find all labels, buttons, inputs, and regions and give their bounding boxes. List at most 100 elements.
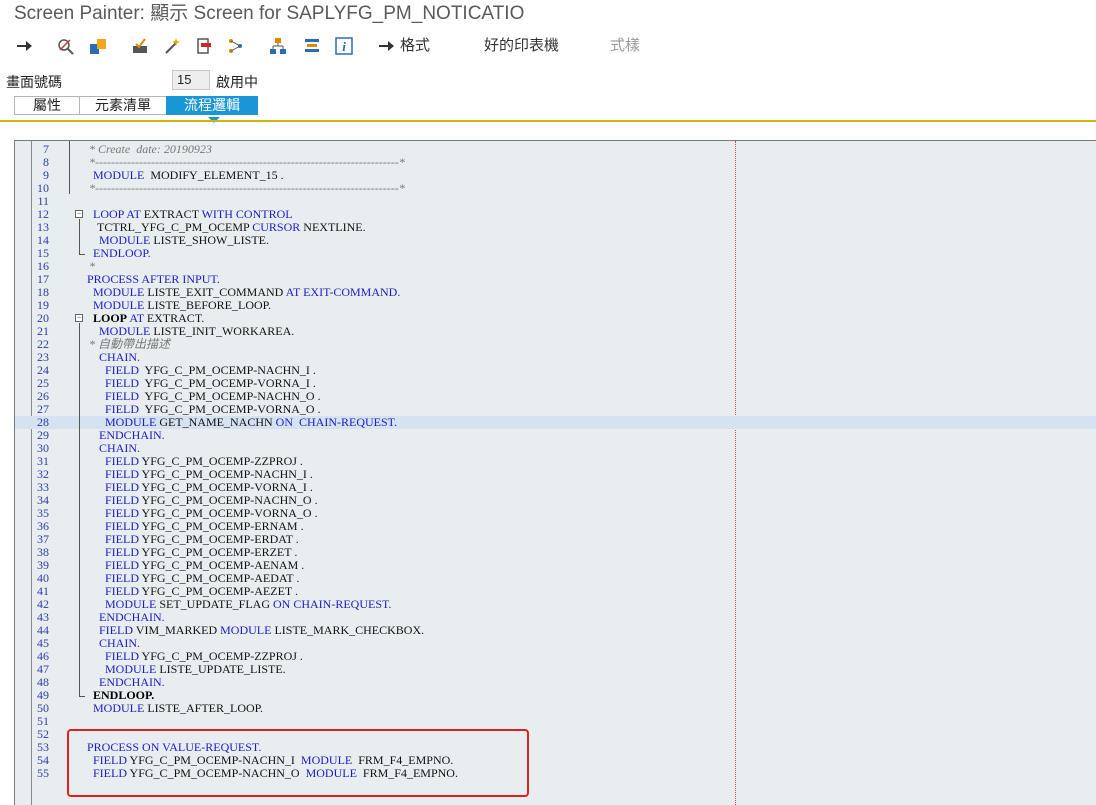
code-line[interactable]: 42 MODULE SET_UPDATE_FLAG ON CHAIN-REQUES… <box>15 598 1096 611</box>
code-token: MODULE <box>220 623 272 637</box>
fold-bracket-module <box>69 141 70 194</box>
code-line[interactable]: 14 MODULE LISTE_SHOW_LISTE. <box>15 234 1096 247</box>
code-line[interactable]: 15 ENDLOOP. <box>15 247 1096 260</box>
code-text: *---------------------------------------… <box>89 182 405 195</box>
code-token: FIELD <box>105 376 139 390</box>
code-line[interactable]: 29 ENDCHAIN. <box>15 429 1096 442</box>
code-token: * 自動帶出描述 <box>89 337 171 351</box>
fold-bracket-loop <box>79 323 85 697</box>
code-token: ENDCHAIN. <box>99 610 165 624</box>
activate-icon[interactable] <box>88 36 108 56</box>
code-token: YFG_C_PM_OCEMP-VORNA_I . <box>139 480 313 494</box>
info-icon[interactable]: i <box>334 36 354 56</box>
code-line[interactable]: 28 MODULE GET_NAME_NACHN ON CHAIN-REQUEST… <box>15 416 1096 429</box>
layout-icon[interactable] <box>302 36 322 56</box>
tab-attributes[interactable]: 屬性 <box>14 96 80 115</box>
collapse-icon[interactable]: − <box>75 210 83 218</box>
code-token: FIELD <box>105 571 139 585</box>
code-text: ENDLOOP. <box>93 247 151 260</box>
code-token: LOOP AT <box>93 207 141 221</box>
code-token: YFG_C_PM_OCEMP-ERZET . <box>139 545 298 559</box>
code-token: FIELD <box>105 454 139 468</box>
tab-flow-logic[interactable]: 流程邏輯 <box>166 96 258 115</box>
code-token: FIELD <box>105 649 139 663</box>
screen-number-field[interactable]: 15 <box>172 70 210 90</box>
code-token: YFG_C_PM_OCEMP-AEDAT . <box>139 571 300 585</box>
code-token: ENDLOOP. <box>93 688 155 702</box>
screen-number-label: 畫面號碼 <box>6 74 62 90</box>
line-number: 55 <box>37 766 49 780</box>
code-token: YFG_C_PM_OCEMP-NACHN_I . <box>139 467 313 481</box>
code-text: FIELD VIM_MARKED MODULE LISTE_MARK_CHECK… <box>99 624 424 637</box>
code-token: EXTRACT. <box>143 311 205 325</box>
code-token: YFG_C_PM_OCEMP-ZZPROJ . <box>139 454 303 468</box>
code-token: LISTE_AFTER_LOOP. <box>144 701 263 715</box>
code-token: FIELD <box>105 506 139 520</box>
pattern-button[interactable]: 式樣 <box>610 36 640 56</box>
code-token: SET_UPDATE_FLAG <box>156 597 273 611</box>
code-token: WITH CONTROL <box>201 207 293 221</box>
code-token: FIELD <box>105 584 139 598</box>
code-token: YFG_C_PM_OCEMP-VORNA_I . <box>139 376 316 390</box>
code-token: ON CHAIN-REQUEST. <box>275 415 398 429</box>
code-token: ON CHAIN-REQUEST. <box>273 597 392 611</box>
code-token: PROCESS AFTER INPUT. <box>87 272 220 286</box>
hierarchy-icon[interactable] <box>268 36 288 56</box>
code-token: MODULE <box>93 701 145 715</box>
code-token: YFG_C_PM_OCEMP-NACHN_I . <box>139 363 316 377</box>
display-change-icon[interactable] <box>56 36 76 56</box>
code-editor[interactable]: 7 * Create date: 20190923 8 *--------------… <box>14 140 1096 805</box>
code-token: FIELD <box>105 519 139 533</box>
code-token: MODULE <box>99 233 151 247</box>
code-token: MODULE <box>105 415 157 429</box>
code-token: TCTRL_YFG_C_PM_OCEMP <box>97 220 253 234</box>
window-title: Screen Painter: 顯示 Screen for SAPLYFG_PM… <box>14 3 525 24</box>
code-token: FIELD <box>105 389 139 403</box>
code-token: CHAIN. <box>99 350 140 364</box>
code-token: YFG_C_PM_OCEMP-ERNAM . <box>139 519 304 533</box>
code-line[interactable]: 48 ENDCHAIN. <box>15 676 1096 689</box>
other-object-icon[interactable] <box>194 36 214 56</box>
code-line[interactable]: 51 <box>15 715 1096 728</box>
code-token: * <box>89 259 95 273</box>
code-token: LISTE_UPDATE_LISTE. <box>156 662 286 676</box>
code-token: *---------------------------------------… <box>89 181 405 195</box>
code-token: GET_NAME_NACHN <box>156 415 276 429</box>
collapse-icon[interactable]: − <box>75 314 83 322</box>
back-arrow-icon[interactable] <box>14 36 34 56</box>
code-token: LISTE_INIT_WORKAREA. <box>150 324 295 338</box>
code-token: ENDLOOP. <box>93 246 151 260</box>
code-line[interactable]: 50 MODULE LISTE_AFTER_LOOP. <box>15 702 1096 715</box>
code-token: LOOP <box>93 311 128 325</box>
code-token: FIELD <box>105 558 139 572</box>
code-token: *---------------------------------------… <box>89 155 405 169</box>
check-icon[interactable] <box>130 36 150 56</box>
code-line[interactable]: 22 * 自動帶出描述 <box>15 338 1096 351</box>
code-line[interactable]: 44 FIELD VIM_MARKED MODULE LISTE_MARK_CHE… <box>15 624 1096 637</box>
code-token: FIELD <box>105 402 139 416</box>
code-line[interactable]: 21 MODULE LISTE_INIT_WORKAREA. <box>15 325 1096 338</box>
screen-number-row: 畫面號碼 15 啟用中 <box>0 70 600 92</box>
format-button[interactable]: 格式 <box>400 36 430 56</box>
code-token: LISTE_BEFORE_LOOP. <box>144 298 272 312</box>
code-token: FIELD <box>105 545 139 559</box>
code-token: LISTE_EXIT_COMMAND <box>144 285 286 299</box>
pretty-print-button[interactable]: 好的印表機 <box>484 36 559 56</box>
code-token: YFG_C_PM_OCEMP-VORNA_O . <box>139 402 321 416</box>
test-icon[interactable] <box>162 36 182 56</box>
code-token: NEXTLINE. <box>300 220 366 234</box>
where-used-icon[interactable] <box>226 36 246 56</box>
code-token: YFG_C_PM_OCEMP-VORNA_O . <box>139 506 318 520</box>
code-line[interactable]: 47 MODULE LISTE_UPDATE_LISTE. <box>15 663 1096 676</box>
code-token: MODIFY_ELEMENT_15 . <box>144 168 284 182</box>
code-token: MODULE <box>105 662 157 676</box>
code-token: ENDCHAIN. <box>99 675 165 689</box>
code-token: * Create date: 20190923 <box>89 142 212 156</box>
code-token: FIELD <box>105 363 139 377</box>
code-line[interactable]: 10 *-------------------------------------… <box>15 182 1096 195</box>
code-token: MODULE <box>93 298 145 312</box>
code-token: FIELD <box>105 480 139 494</box>
code-token: YFG_C_PM_OCEMP-NACHN_O . <box>139 389 321 403</box>
code-token: AT <box>127 311 144 325</box>
tab-element-list[interactable]: 元素清單 <box>79 96 167 115</box>
